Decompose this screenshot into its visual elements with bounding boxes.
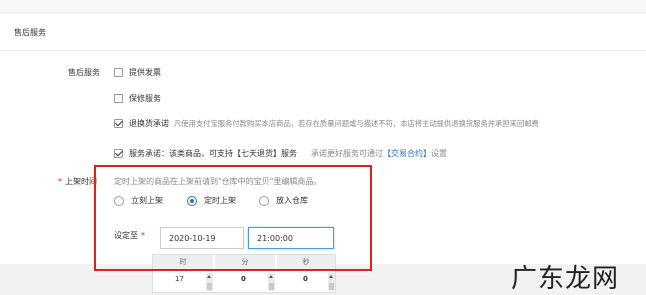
second-value[interactable]: 0: [303, 275, 308, 283]
set-to-row: 设定至 *: [114, 230, 145, 241]
radio-scheduled-label: 定时上架: [204, 196, 236, 205]
listing-time-label-row: * 上架时间: [58, 176, 97, 187]
service-promise-label: 服务承诺：该类商品，可支持【七天退货】服务: [129, 149, 297, 158]
section-title: 售后服务: [14, 28, 46, 37]
warranty-checkbox[interactable]: [114, 94, 123, 103]
option-invoice[interactable]: 提供发票: [114, 67, 161, 78]
radio-warehouse-button[interactable]: [259, 195, 269, 206]
after-sales-label: 售后服务: [68, 68, 100, 77]
date-input[interactable]: 2020-10-19: [160, 227, 244, 249]
invoice-checkbox[interactable]: [114, 68, 123, 77]
option-return[interactable]: 退换货承诺 凡使用支付宝服务付款购买本店商品，若存在质量问题或与描述不符，本店将…: [114, 118, 539, 129]
radio-scheduled-button[interactable]: [187, 195, 197, 206]
radio-now-button[interactable]: [114, 195, 124, 206]
service-promise-checkbox[interactable]: [114, 149, 123, 158]
listing-time-label: 上架时间: [65, 177, 97, 186]
listing-time-hint-row: 定时上架的商品在上架前请到"仓库中的宝贝"里编辑商品。: [114, 176, 321, 187]
time-picker: 时 分 秒 17 0 0: [152, 254, 336, 293]
option-service-promise[interactable]: 服务承诺：该类商品，可支持【七天退货】服务 承诺更好服务可通过 【交易合约】 设…: [114, 148, 447, 159]
time-input[interactable]: 21:00:00: [248, 227, 334, 249]
after-sales-label-row: 售后服务: [68, 67, 100, 78]
set-to-required-mark: *: [141, 231, 145, 240]
minute-value[interactable]: 0: [241, 275, 246, 283]
radio-warehouse-label: 放入仓库: [276, 196, 308, 205]
radio-scheduled[interactable]: 定时上架: [187, 195, 236, 206]
invoice-label: 提供发票: [129, 68, 161, 77]
second-header: 秒: [277, 255, 335, 269]
second-scrollbar[interactable]: [328, 273, 335, 291]
hour-header: 时: [153, 255, 213, 269]
watermark: 广东龙网: [511, 264, 620, 294]
section-header: 售后服务: [0, 14, 646, 51]
set-to-label: 设定至: [114, 231, 138, 240]
radio-now-label: 立刻上架: [131, 196, 163, 205]
return-description: 凡使用支付宝服务付款购买本店商品，若存在质量问题或与描述不符，本店将主动提供退换…: [174, 118, 539, 128]
warranty-label: 保修服务: [129, 94, 161, 103]
option-warranty[interactable]: 保修服务: [114, 93, 161, 104]
hour-scrollbar[interactable]: [206, 273, 213, 291]
trade-contract-link[interactable]: 【交易合约】: [383, 148, 431, 159]
radio-now[interactable]: 立刻上架: [114, 195, 163, 206]
return-label: 退换货承诺: [129, 119, 169, 128]
service-promise-hint-end: 设置: [431, 149, 447, 158]
radio-warehouse[interactable]: 放入仓库: [259, 195, 308, 206]
top-strip: [0, 0, 646, 12]
required-mark: *: [58, 177, 62, 186]
minute-header: 分: [215, 255, 275, 269]
listing-time-hint: 定时上架的商品在上架前请到"仓库中的宝贝"里编辑商品。: [114, 177, 322, 186]
hour-value[interactable]: 17: [175, 275, 184, 283]
service-promise-hint: 承诺更好服务可通过: [311, 149, 383, 158]
minute-scrollbar[interactable]: [268, 273, 275, 291]
return-checkbox[interactable]: [114, 119, 123, 128]
